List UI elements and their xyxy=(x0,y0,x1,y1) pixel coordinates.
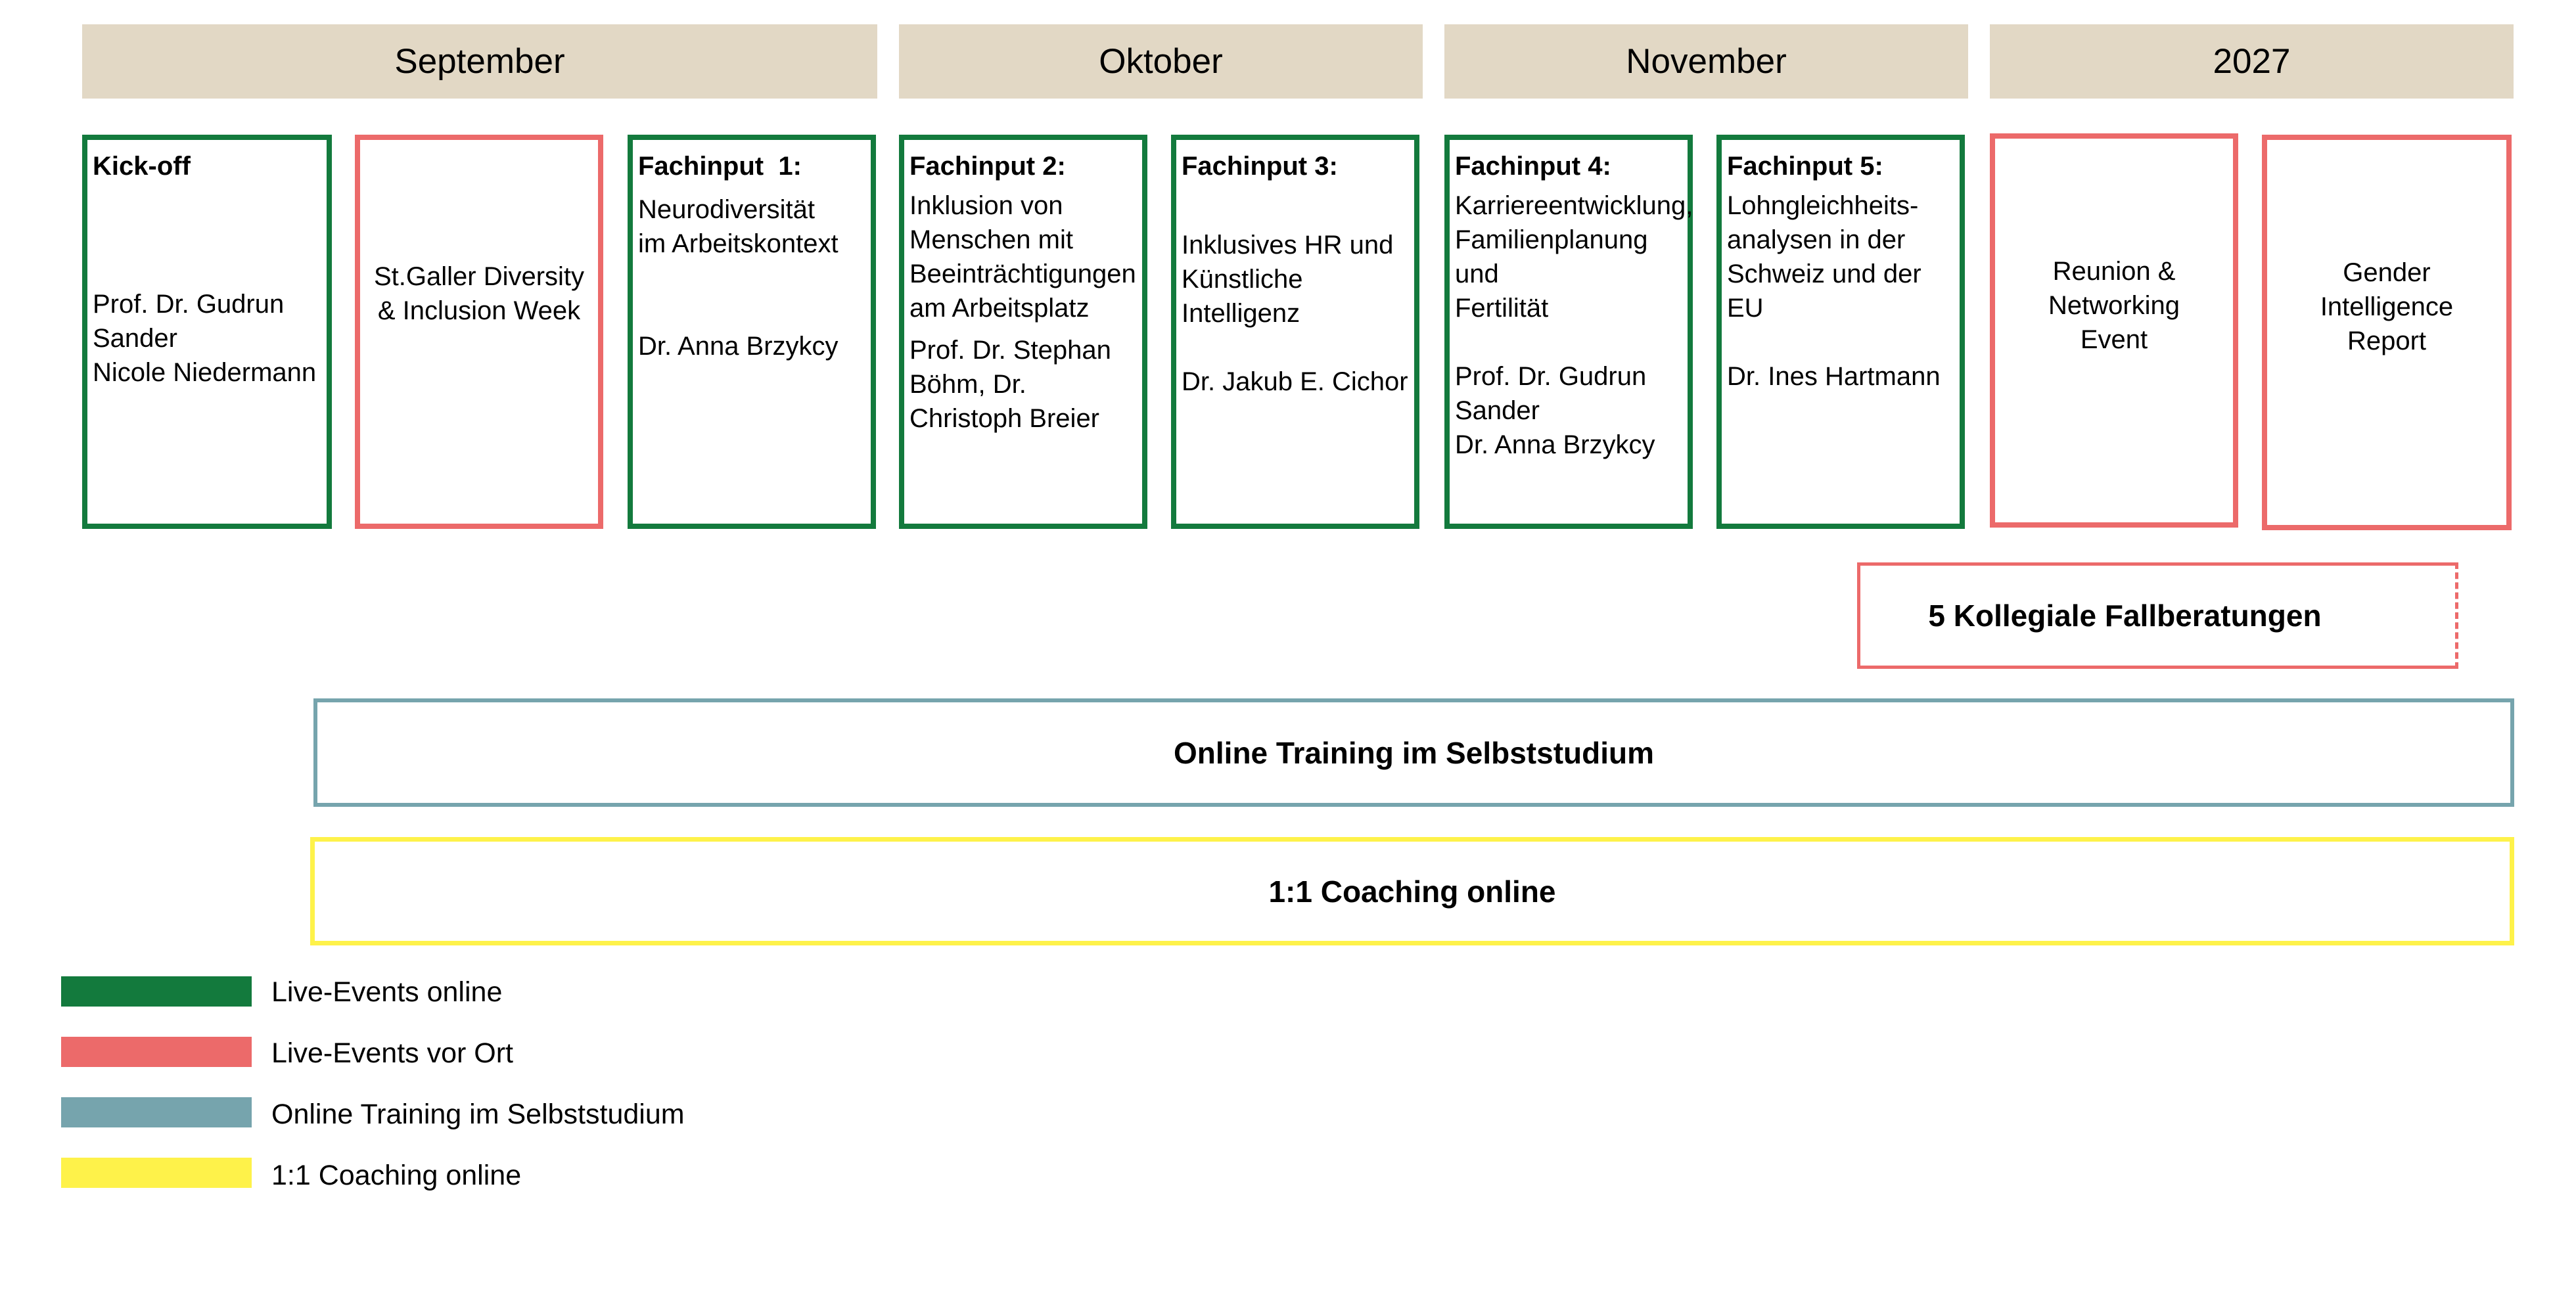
fallberatungen-label: 5 Kollegiale Fallberatungen xyxy=(1928,599,2322,633)
card-text-line: Networking xyxy=(2048,291,2180,320)
legend-label: 1:1 Coaching online xyxy=(271,1160,522,1191)
card-topic-line: Inklusion von xyxy=(909,191,1063,220)
fallberatungen-bar: 5 Kollegiale Fallberatungen xyxy=(1857,562,2458,669)
card-topic-line: Menschen mit xyxy=(909,225,1073,254)
card-speaker-line: Dr. Ines Hartmann xyxy=(1727,362,1941,391)
legend-label: Online Training im Selbststudium xyxy=(271,1099,685,1130)
card-speaker-line: Sander xyxy=(93,324,177,353)
card-topic-line: Lohngleichheits- xyxy=(1727,191,1919,220)
card-text-line: Intelligence xyxy=(2320,292,2454,321)
card-topic-line: Künstliche Intelligenz xyxy=(1182,265,1303,328)
card-title: Fachinput 3: xyxy=(1182,152,1338,181)
card-text-line: Gender xyxy=(2343,258,2431,287)
card-title: Fachinput 5: xyxy=(1727,152,1883,181)
card-speaker-line: Prof. Dr. Stephan xyxy=(909,336,1111,365)
card-topic-line: Fertilität xyxy=(1455,294,1549,323)
card-topic-line: Neurodiversität xyxy=(638,195,816,224)
card-gender-intelligence: Gender Intelligence Report xyxy=(2262,135,2512,530)
card-text-line: St.Galler Diversity xyxy=(373,262,585,291)
card-text-line: Event xyxy=(2080,325,2148,354)
card-title: Fachinput 4: xyxy=(1455,152,1611,181)
card-topic-line: im Arbeitskontext xyxy=(638,229,839,258)
card-title: Fachinput 2: xyxy=(909,152,1066,181)
card-speaker-line: Prof. Dr. Gudrun xyxy=(1455,362,1647,391)
card-fachinput-3: Fachinput 3: Inklusives HR und Künstlich… xyxy=(1171,135,1419,529)
legend-swatch-coaching xyxy=(61,1158,252,1188)
month-header-november: November xyxy=(1444,24,1968,99)
card-topic-line: Karriereentwicklung, xyxy=(1455,191,1693,220)
card-stgaller-week: St.Galler Diversity & Inclusion Week xyxy=(355,135,603,529)
legend-label: Live-Events vor Ort xyxy=(271,1037,513,1069)
card-text-line: Reunion & xyxy=(2052,257,2176,286)
online-training-label: Online Training im Selbststudium xyxy=(1174,735,1654,770)
card-topic-line: analysen in der xyxy=(1727,225,1906,254)
card-fachinput-5: Fachinput 5: Lohngleichheits- analysen i… xyxy=(1716,135,1965,529)
legend-label: Live-Events online xyxy=(271,976,503,1008)
card-text-line: & Inclusion Week xyxy=(377,296,581,325)
card-kickoff: Kick-off Prof. Dr. Gudrun Sander Nicole … xyxy=(82,135,332,529)
month-header-september: September xyxy=(82,24,877,99)
card-text-line: Report xyxy=(2347,327,2427,355)
card-speaker-line: Christoph Breier xyxy=(909,404,1100,433)
card-title: Kick-off xyxy=(93,152,191,181)
card-speaker-line: Dr. Anna Brzykcy xyxy=(638,332,839,361)
legend-swatch-live-online xyxy=(61,976,252,1007)
card-title: Fachinput 1: xyxy=(638,152,802,181)
coaching-bar: 1:1 Coaching online xyxy=(310,837,2514,945)
month-header-2027: 2027 xyxy=(1990,24,2514,99)
card-fachinput-2: Fachinput 2: Inklusion von Menschen mit … xyxy=(899,135,1147,529)
card-topic-line: Schweiz und der EU xyxy=(1727,260,1921,323)
card-fachinput-1: Fachinput 1: Neurodiversität im Arbeitsk… xyxy=(628,135,876,529)
card-speaker-line: Böhm, Dr. xyxy=(909,370,1026,399)
card-speaker-line: Nicole Niedermann xyxy=(93,358,317,387)
card-topic-line: am Arbeitsplatz xyxy=(909,294,1090,323)
month-header-oktober: Oktober xyxy=(899,24,1423,99)
online-training-bar: Online Training im Selbststudium xyxy=(313,698,2514,807)
coaching-label: 1:1 Coaching online xyxy=(1268,874,1556,909)
card-speaker-line: Sander xyxy=(1455,396,1540,425)
card-topic-line: Inklusives HR und xyxy=(1182,231,1394,260)
legend-swatch-online-training xyxy=(61,1097,252,1127)
card-topic-line: Familienplanung und xyxy=(1455,225,1648,288)
card-fachinput-4: Fachinput 4: Karriereentwicklung, Famili… xyxy=(1444,135,1693,529)
legend-swatch-live-vor-ort xyxy=(61,1037,252,1067)
card-speaker-line: Dr. Anna Brzykcy xyxy=(1455,430,1655,459)
card-topic-line: Beeinträchtigungen xyxy=(909,260,1136,288)
card-reunion-networking: Reunion & Networking Event xyxy=(1990,133,2238,528)
card-speaker-line: Dr. Jakub E. Cichor xyxy=(1182,367,1408,396)
card-speaker-line: Prof. Dr. Gudrun xyxy=(93,290,285,319)
